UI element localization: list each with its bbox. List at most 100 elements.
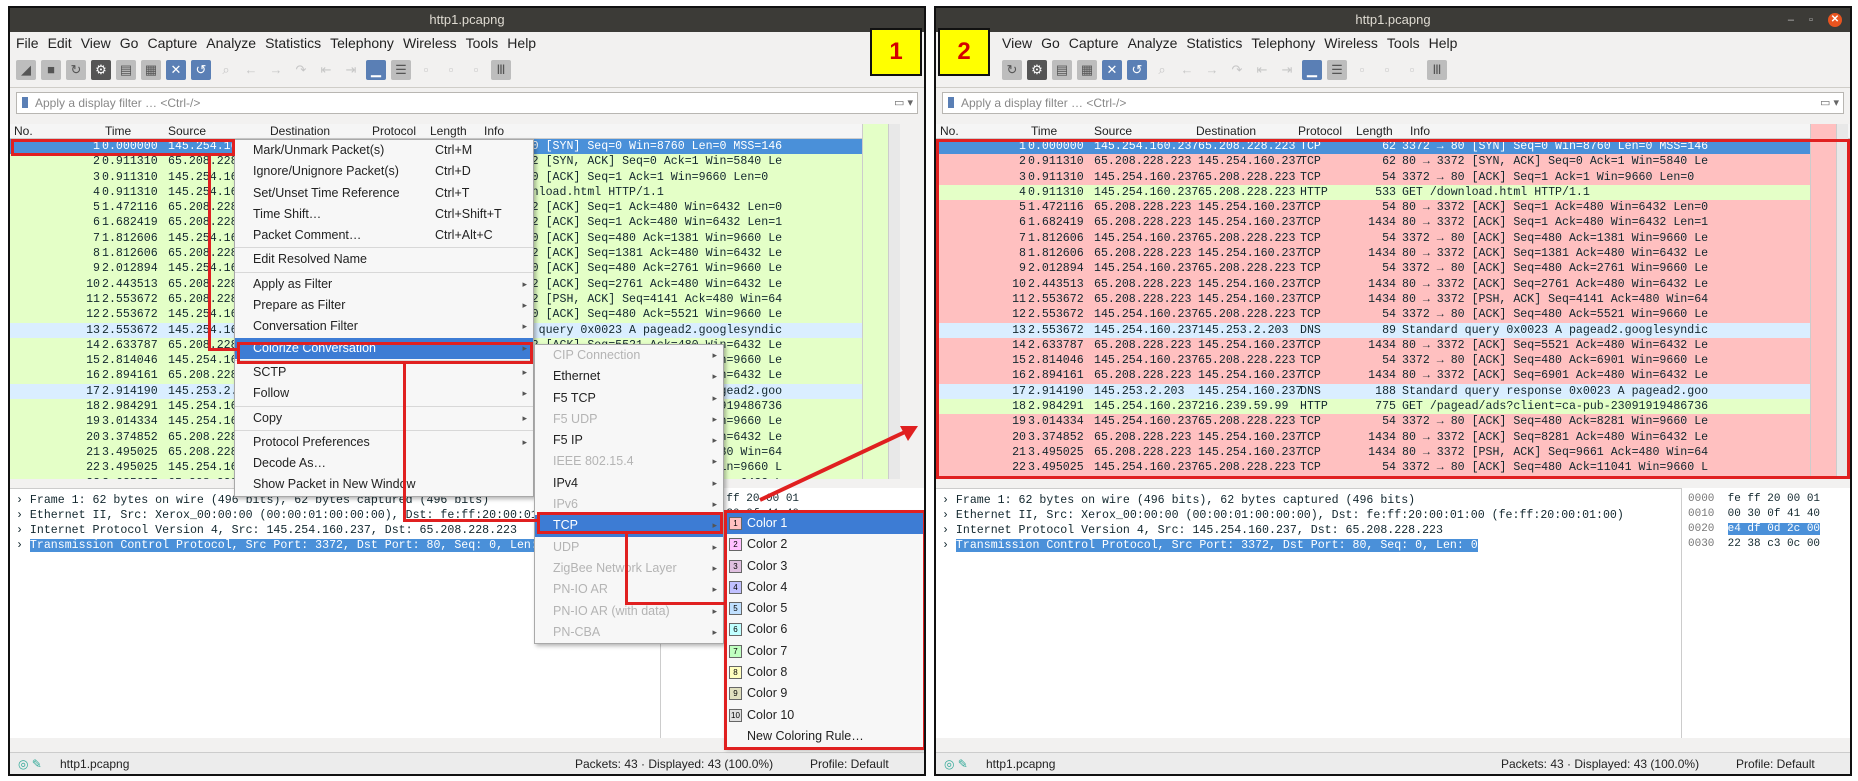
expand-arrow-icon[interactable]: › [942,494,956,507]
context-menu-item-packet-comment[interactable]: Packet Comment… Ctrl+Alt+C [235,225,533,246]
menu-analyze[interactable]: Analyze [206,35,256,51]
window-controls[interactable]: – ▫ ✕ [1788,8,1842,32]
detail-tree-item[interactable]: › Ethernet II, Src: Xerox_00:00:00 (00:0… [942,508,1675,523]
first-packet-icon[interactable]: ⇤ [1252,60,1272,80]
packet-row[interactable]: 40.911310 145.254.160.23765.208.228.223 HT… [936,184,1850,201]
reload-file-icon[interactable]: ↺ [191,60,211,80]
menu-statistics[interactable]: Statistics [1186,35,1242,51]
context-menu-item-mark-unmark-packet-s[interactable]: Mark/Unmark Packet(s) Ctrl+M [235,140,533,161]
close-file-icon[interactable]: ✕ [166,60,186,80]
packet-row[interactable]: 182.984291 145.254.160.237216.239.59.99 HT… [936,399,1850,415]
menu-file[interactable]: File [16,35,39,51]
capture-options-icon[interactable]: ⚙ [1027,60,1047,80]
packet-row[interactable]: 223.495025145.254.160.23765.208.228.223T… [936,460,1850,476]
normal-size-icon[interactable]: ▫ [1402,60,1422,80]
conversation-item-tcp[interactable]: TCP ▸ [535,515,723,537]
context-menu-item-colorize-conversation[interactable]: Colorize Conversation ▸ [235,337,533,359]
packet-row[interactable]: 10.000000 145.254.160.23765.208.228.223 TC… [936,139,1850,155]
column-header-info[interactable]: Info [484,124,504,139]
packet-row[interactable]: 162.894161 65.208.228.223 145.254.160.237T… [936,368,1850,384]
zoom-out-icon[interactable]: ▫ [441,60,461,80]
expand-arrow-icon[interactable]: › [16,509,30,522]
detail-tree-item[interactable]: › Frame 1: 62 bytes on wire (496 bits), … [942,493,1675,508]
menu-statistics[interactable]: Statistics [265,35,321,51]
menu-view[interactable]: View [81,35,111,51]
menu-edit[interactable]: Edit [48,35,72,51]
color-option-5[interactable]: 5 Color 5 [725,598,923,619]
column-header-length[interactable]: Length [430,124,467,139]
resize-columns-icon[interactable]: Ⅲ [1427,60,1447,80]
context-menu-item-copy[interactable]: Copy ▸ [235,408,533,429]
start-capture-icon[interactable]: ◢ [16,60,36,80]
menu-capture[interactable]: Capture [1069,35,1119,51]
packet-row[interactable]: 193.014334 145.254.160.23765.208.228.223 T… [936,414,1850,430]
status-profile[interactable]: Profile: Default [1736,753,1815,774]
context-menu-item-edit-resolved-name[interactable]: Edit Resolved Name [235,249,533,270]
menu-telephony[interactable]: Telephony [1251,35,1315,51]
menu-help[interactable]: Help [507,35,536,51]
column-header-info[interactable]: Info [1410,124,1430,139]
column-header-source[interactable]: Source [168,124,206,139]
last-packet-icon[interactable]: ⇥ [341,60,361,80]
resize-columns-icon[interactable]: Ⅲ [491,60,511,80]
menu-telephony[interactable]: Telephony [330,35,394,51]
packet-row[interactable]: 92.012894 145.254.160.23765.208.228.223 TC… [936,261,1850,277]
hex-bytes[interactable]: fe ff 20 00 01 [1728,493,1820,505]
column-header-protocol[interactable]: Protocol [372,124,416,139]
first-packet-icon[interactable]: ⇤ [316,60,336,80]
zoom-in-icon[interactable]: ▫ [416,60,436,80]
packet-row[interactable]: 132.553672 145.254.160.237145.253.2.203 DN… [936,322,1850,338]
conversation-item-f5-tcp[interactable]: F5 TCP ▸ [535,388,723,409]
colorize-icon[interactable]: ☰ [391,60,411,80]
go-to-packet-icon[interactable]: ↷ [291,60,311,80]
context-menu-item-conversation-filter[interactable]: Conversation Filter ▸ [235,316,533,337]
stop-capture-icon[interactable]: ■ [41,60,61,80]
column-header-length[interactable]: Length [1356,124,1393,139]
display-filter-input[interactable]: Apply a display filter … <Ctrl-/> ▭ ▾ [16,92,918,114]
go-forward-icon[interactable]: → [1202,60,1222,80]
column-header-destination[interactable]: Destination [1196,124,1256,139]
intelligent-scrollbar[interactable] [1810,124,1836,479]
conversation-item-ethernet[interactable]: Ethernet ▸ [535,366,723,387]
context-menu-item-prepare-as-filter[interactable]: Prepare as Filter ▸ [235,295,533,316]
normal-size-icon[interactable]: ▫ [466,60,486,80]
packet-row[interactable]: 81.812606 65.208.228.223 145.254.160.237TC… [936,246,1850,262]
column-header-destination[interactable]: Destination [270,124,330,139]
packet-row[interactable]: 213.495025 65.208.228.223 145.254.160.237T… [936,444,1850,461]
menu-go[interactable]: Go [120,35,139,51]
hex-bytes[interactable]: e4 df 0d 2c 00 [1727,523,1821,535]
go-back-icon[interactable]: ← [1177,60,1197,80]
packet-row[interactable]: 152.814046 145.254.160.23765.208.228.223 T… [936,353,1850,369]
menu-wireless[interactable]: Wireless [403,35,457,51]
context-menu-item-show-packet-in-new-window[interactable]: Show Packet in New Window [235,474,533,495]
color-option-8[interactable]: 8 Color 8 [725,662,923,683]
expand-arrow-icon[interactable]: › [942,539,956,552]
menu-view[interactable]: View [1002,35,1032,51]
expand-arrow-icon[interactable]: › [942,524,956,537]
column-header-source[interactable]: Source [1094,124,1132,139]
packet-row[interactable]: 102.443513 65.208.228.223 145.254.160.237T… [936,276,1850,292]
column-header-time[interactable]: Time [1031,124,1057,139]
restart-capture-icon[interactable]: ↻ [1002,60,1022,80]
color-option-4[interactable]: 4 Color 4 [725,577,923,598]
context-menu-item-follow[interactable]: Follow ▸ [235,383,533,404]
context-menu-item-ignore-unignore-packet-s[interactable]: Ignore/Unignore Packet(s) Ctrl+D [235,161,533,182]
color-option-2[interactable]: 2 Color 2 [725,534,923,555]
autoscroll-icon[interactable]: ▁ [1302,60,1322,80]
color-option-10[interactable]: 10 Color 10 [725,705,923,726]
go-to-packet-icon[interactable]: ↷ [1227,60,1247,80]
go-forward-icon[interactable]: → [266,60,286,80]
zoom-out-icon[interactable]: ▫ [1377,60,1397,80]
expand-arrow-icon[interactable]: › [16,524,30,537]
packet-row[interactable]: 142.633787 65.208.228.223 145.254.160.237T… [936,337,1850,354]
packet-row[interactable]: 30.911310 145.254.160.23765.208.228.223 TC… [936,169,1850,185]
status-profile[interactable]: Profile: Default [810,753,889,774]
context-menu-item-sctp[interactable]: SCTP ▸ [235,362,533,383]
menu-tools[interactable]: Tools [1387,35,1420,51]
column-header-time[interactable]: Time [105,124,131,139]
close-file-icon[interactable]: ✕ [1102,60,1122,80]
expand-arrow-icon[interactable]: › [942,509,956,522]
new-coloring-rule-item[interactable]: New Coloring Rule… [725,726,923,747]
packet-row[interactable]: 51.472116 65.208.228.223 145.254.160.237TC… [936,200,1850,216]
packet-row[interactable]: 172.914190 145.253.2.203 145.254.160.237DN… [936,383,1850,400]
